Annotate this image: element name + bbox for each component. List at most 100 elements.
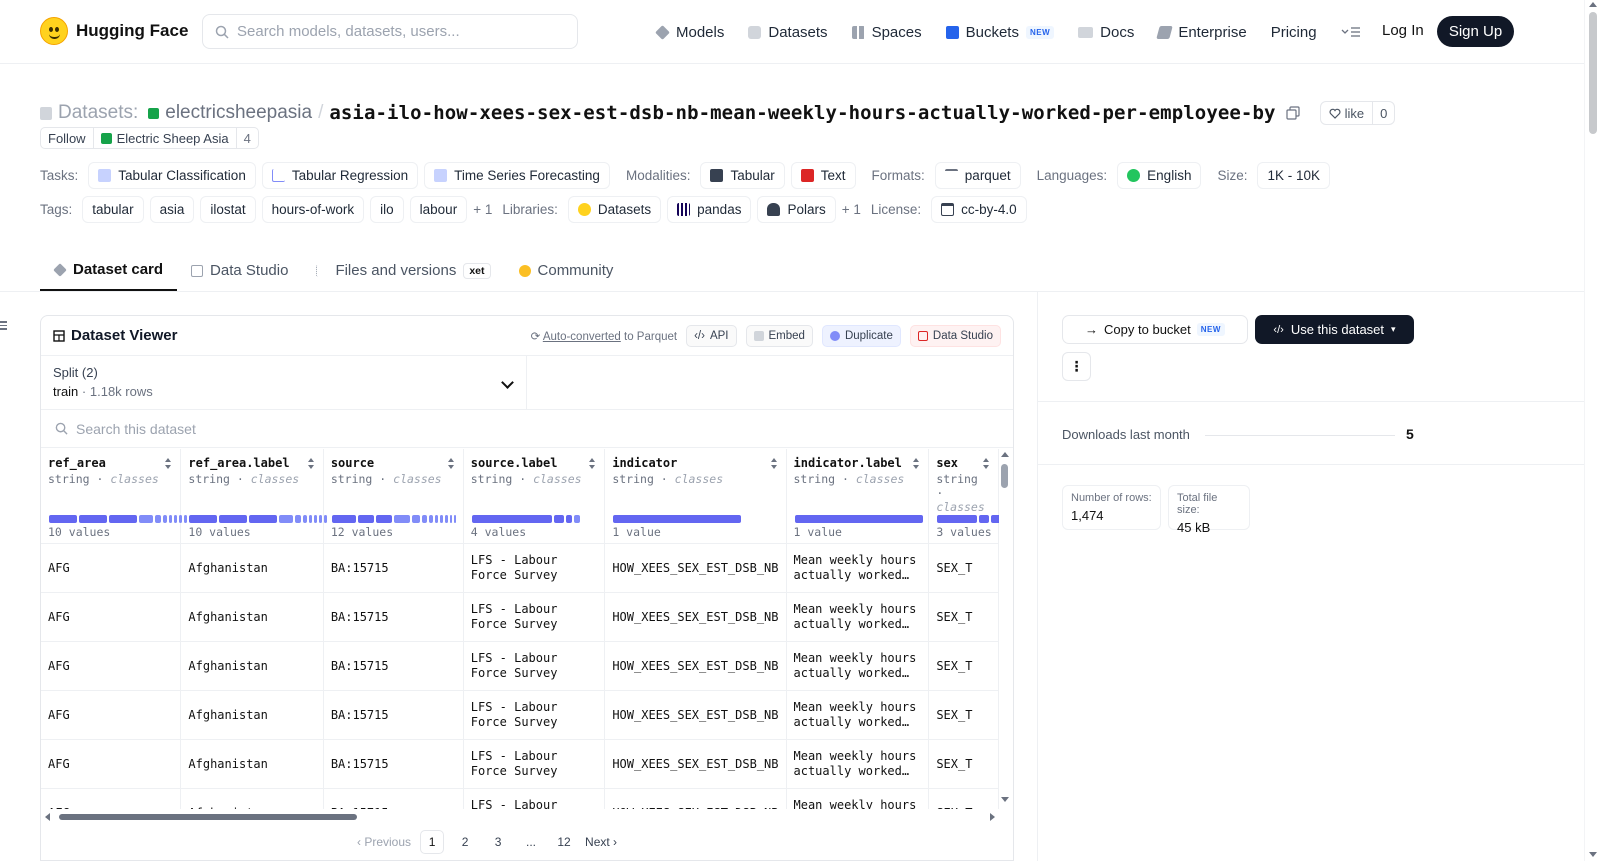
modality-chip[interactable]: Text (790, 162, 856, 189)
next-page-button[interactable]: Next › (585, 830, 617, 854)
value-histogram[interactable] (189, 515, 328, 523)
library-chip[interactable]: Polars (757, 196, 836, 223)
sort-icon[interactable] (770, 458, 778, 470)
embed-button[interactable]: Embed (745, 324, 813, 347)
histogram-bar[interactable] (428, 515, 433, 523)
table-row[interactable]: AFGAfghanistanBA:15715LFS - Labour Force… (41, 641, 999, 691)
value-histogram[interactable] (49, 515, 187, 523)
sort-icon[interactable] (447, 458, 455, 470)
split-selector[interactable]: Split (2) train · 1.18k rows (41, 356, 527, 409)
column-header[interactable]: ref_area string · classes 10 values (41, 449, 187, 544)
histogram-bar[interactable] (163, 515, 167, 523)
histogram-bar[interactable] (553, 515, 564, 523)
signup-button[interactable]: Sign Up (1437, 16, 1514, 47)
histogram-bar[interactable] (979, 515, 990, 523)
nav-enterprise[interactable]: Enterprise (1156, 18, 1247, 46)
histogram-bar[interactable] (314, 515, 318, 523)
value-histogram[interactable] (794, 515, 923, 523)
scroll-up-icon[interactable] (1001, 452, 1009, 457)
more-tags-button[interactable]: + 1 (473, 202, 492, 217)
nav-spaces[interactable]: Spaces (851, 18, 922, 46)
value-histogram[interactable] (331, 515, 456, 523)
nav-more-menu[interactable] (1341, 18, 1361, 46)
global-search-input[interactable] (237, 23, 557, 40)
global-search[interactable] (202, 14, 578, 49)
histogram-bar[interactable] (109, 515, 137, 523)
value-histogram[interactable] (471, 515, 580, 523)
histogram-bar[interactable] (375, 515, 392, 523)
histogram-bar[interactable] (439, 515, 443, 523)
language-chip[interactable]: English (1117, 162, 1202, 189)
histogram-bar[interactable] (189, 515, 218, 523)
page-button[interactable]: 3 (486, 830, 510, 854)
datasets-prefix[interactable]: Datasets: (58, 102, 138, 124)
sort-icon[interactable] (165, 458, 172, 470)
column-header[interactable]: indicator string · classes 1 value (604, 449, 787, 544)
table-row[interactable]: AFGAfghanistanBA:15715LFS - Labour Force… (41, 739, 999, 789)
histogram-bar[interactable] (613, 515, 742, 523)
nav-datasets[interactable]: Datasets (748, 18, 828, 46)
tag-chip[interactable]: labour (409, 196, 468, 223)
histogram-bar[interactable] (937, 515, 978, 523)
like-button[interactable]: like 0 (1319, 101, 1396, 125)
page-button[interactable]: 1 (420, 830, 445, 854)
column-header[interactable]: ref_area.label string · classes 10 values (180, 449, 328, 544)
login-link[interactable]: Log In (1382, 22, 1424, 39)
histogram-bar[interactable] (444, 515, 448, 523)
more-options-button[interactable]: ⋮ (1062, 352, 1091, 381)
histogram-bar[interactable] (295, 515, 302, 523)
api-button[interactable]: ‹/› API (686, 324, 737, 347)
histogram-bar[interactable] (79, 515, 107, 523)
histogram-bar[interactable] (139, 515, 153, 523)
histogram-bar[interactable] (573, 515, 580, 523)
column-header[interactable]: indicator.label string · classes 1 value (786, 449, 930, 544)
task-chip[interactable]: Tabular Regression (261, 162, 419, 189)
histogram-bar[interactable] (565, 515, 572, 523)
tab-community[interactable]: Community (505, 250, 628, 291)
nav-pricing[interactable]: Pricing (1271, 18, 1317, 46)
histogram-bar[interactable] (279, 515, 294, 523)
copy-icon[interactable] (1285, 106, 1300, 120)
scroll-left-icon[interactable] (45, 813, 50, 821)
histogram-bar[interactable] (991, 515, 999, 523)
scroll-down-icon[interactable] (1001, 797, 1009, 802)
size-chip[interactable]: 1K - 10K (1257, 162, 1330, 189)
nav-models[interactable]: Models (655, 18, 724, 46)
table-row[interactable]: AFGAfghanistanBA:15715LFS - Labour Force… (41, 592, 999, 642)
task-chip[interactable]: Time Series Forecasting (424, 162, 610, 189)
tab-files-and-versions[interactable]: Files and versions xet (302, 250, 504, 291)
table-row[interactable]: AFGAfghanistanBA:15715LFS - Labour Force… (41, 690, 999, 740)
histogram-bar[interactable] (309, 515, 313, 523)
histogram-bar[interactable] (471, 515, 552, 523)
sort-icon[interactable] (589, 458, 596, 470)
modality-chip[interactable]: Tabular (700, 162, 785, 189)
histogram-bar[interactable] (174, 515, 177, 523)
dataset-search[interactable] (41, 410, 1013, 448)
previous-page-button[interactable]: ‹ Previous (357, 830, 411, 854)
page-button[interactable]: 12 (552, 830, 576, 854)
table-vertical-scrollbar[interactable] (1001, 452, 1009, 802)
dataset-name[interactable]: asia-ilo-how-xees-sex-est-dsb-nb-mean-we… (329, 102, 1275, 124)
histogram-bar[interactable] (421, 515, 427, 523)
histogram-bar[interactable] (319, 515, 323, 523)
column-header[interactable]: source string · classes 12 values (323, 449, 464, 544)
use-this-dataset-button[interactable]: ‹/› Use this dataset ▾ (1255, 315, 1414, 344)
page-button[interactable]: 2 (453, 830, 477, 854)
dataset-owner-link[interactable]: electricsheepasia (165, 102, 312, 124)
sort-icon[interactable] (307, 458, 315, 470)
page-scrollbar[interactable] (1584, 0, 1600, 861)
format-chip[interactable]: parquet (934, 162, 1021, 189)
library-chip[interactable]: pandas (667, 196, 752, 223)
histogram-bar[interactable] (169, 515, 172, 523)
histogram-bar[interactable] (434, 515, 438, 523)
more-libraries-button[interactable]: + 1 (842, 202, 861, 217)
histogram-bar[interactable] (331, 515, 356, 523)
histogram-bar[interactable] (411, 515, 420, 523)
table-row[interactable]: AFGAfghanistanBA:15715LFS - Labour Force… (41, 543, 999, 593)
data-studio-button[interactable]: Data Studio (909, 324, 1001, 347)
tag-chip[interactable]: tabular (82, 196, 144, 223)
histogram-bar[interactable] (49, 515, 77, 523)
column-header[interactable]: sex string · classes 3 values (928, 449, 999, 544)
scroll-up-icon[interactable] (1589, 2, 1597, 7)
dataset-search-input[interactable] (76, 420, 476, 437)
